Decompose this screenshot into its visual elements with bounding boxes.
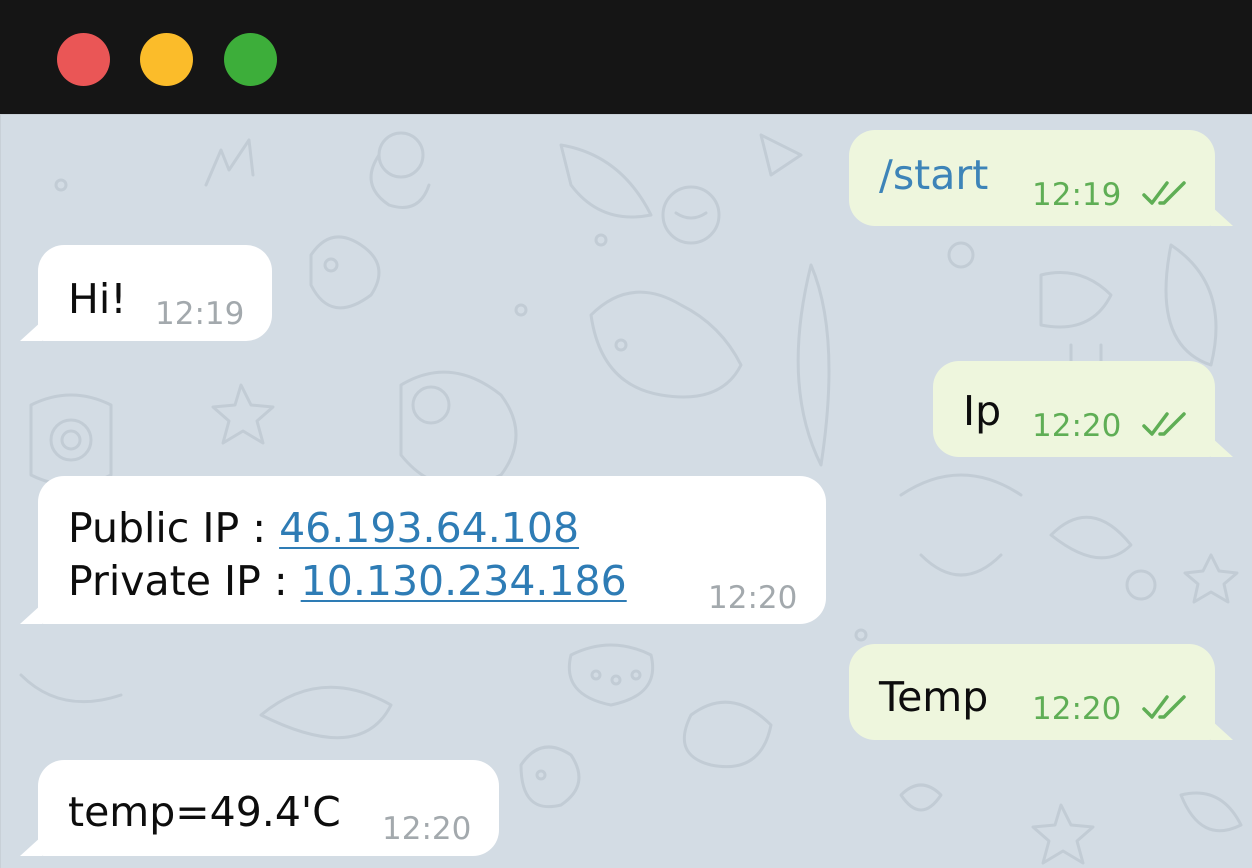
- message-time: 12:20: [1032, 408, 1122, 444]
- public-ip-line: Public IP : 46.193.64.108: [68, 502, 579, 554]
- message-incoming[interactable]: Hi! 12:19: [38, 245, 272, 341]
- message-incoming[interactable]: temp=49.4'C 12:20: [38, 760, 499, 856]
- message-outgoing[interactable]: Ip 12:20: [933, 361, 1215, 457]
- maximize-button[interactable]: [224, 33, 277, 86]
- message-outgoing[interactable]: /start 12:19: [849, 130, 1215, 226]
- title-bar: [0, 0, 1252, 114]
- public-ip-label: Public IP :: [68, 504, 280, 552]
- double-check-icon: [1142, 181, 1186, 205]
- message-time: 12:20: [382, 811, 472, 847]
- private-ip-link[interactable]: 10.130.234.186: [301, 557, 627, 605]
- message-text: Temp: [879, 673, 989, 721]
- message-text: temp=49.4'C: [68, 788, 341, 836]
- minimize-button[interactable]: [140, 33, 193, 86]
- chat-history[interactable]: /start 12:19 Hi! 12:19 Ip 12:20 Public I…: [0, 114, 1252, 868]
- message-time: 12:19: [1032, 177, 1122, 213]
- private-ip-label: Private IP :: [68, 557, 301, 605]
- message-time: 12:19: [155, 296, 245, 332]
- message-time: 12:20: [708, 580, 798, 616]
- message-time: 12:20: [1032, 691, 1122, 727]
- telegram-window: /start 12:19 Hi! 12:19 Ip 12:20 Public I…: [0, 0, 1252, 868]
- message-incoming[interactable]: Public IP : 46.193.64.108 Private IP : 1…: [38, 476, 826, 624]
- message-text: Hi!: [68, 275, 127, 323]
- close-button[interactable]: [57, 33, 110, 86]
- double-check-icon: [1142, 695, 1186, 719]
- double-check-icon: [1142, 412, 1186, 436]
- message-outgoing[interactable]: Temp 12:20: [849, 644, 1215, 740]
- message-text[interactable]: /start: [879, 149, 988, 201]
- private-ip-line: Private IP : 10.130.234.186: [68, 555, 627, 607]
- public-ip-link[interactable]: 46.193.64.108: [279, 504, 579, 552]
- message-text: Ip: [963, 387, 1002, 435]
